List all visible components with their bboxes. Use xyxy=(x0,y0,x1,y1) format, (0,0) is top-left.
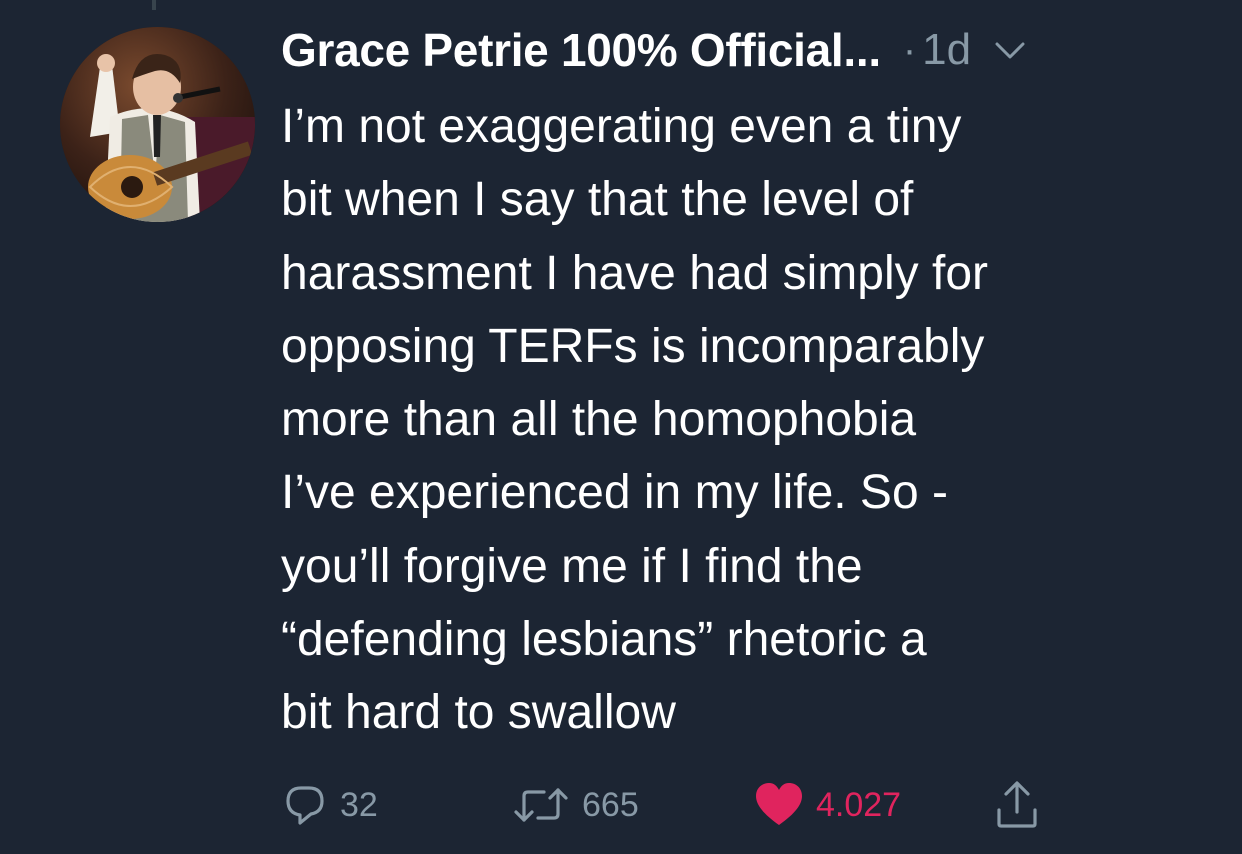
like-button[interactable]: 4.027 xyxy=(754,775,901,835)
reply-button[interactable]: 32 xyxy=(282,775,378,835)
share-button[interactable] xyxy=(994,775,1040,835)
tweet-text-line: you’ll forgive me if I find the xyxy=(281,539,863,593)
retweet-icon xyxy=(514,788,568,822)
tweet-text-line: bit when I say that the level of xyxy=(281,173,914,227)
tweet-text-line: more than all the homophobia xyxy=(281,393,917,447)
tweet-text-line: harassment I have had simply for xyxy=(281,246,988,300)
reply-icon xyxy=(286,786,324,825)
tweet-text: I’m not exaggerating even a tiny bit whe… xyxy=(281,90,1211,750)
tweet-text-line: opposing TERFs is incomparably xyxy=(281,319,985,373)
timestamp[interactable]: 1d xyxy=(922,25,971,75)
heart-icon xyxy=(756,783,802,825)
retweet-count: 665 xyxy=(582,785,639,824)
tweet-text-line: I’ve experienced in my life. So - xyxy=(281,466,948,520)
reply-count: 32 xyxy=(340,785,378,824)
share-icon xyxy=(997,781,1037,828)
author-name[interactable]: Grace Petrie 100% Official... xyxy=(281,23,881,77)
tweet-header: Grace Petrie 100% Official... · 1d xyxy=(281,20,1202,80)
avatar[interactable] xyxy=(60,27,255,222)
separator-dot: · xyxy=(902,27,917,72)
avatar-photo xyxy=(60,27,255,222)
retweet-button[interactable]: 665 xyxy=(512,775,639,835)
tweet-text-line: I’m not exaggerating even a tiny xyxy=(281,100,962,153)
tweet-text-line: “defending lesbians” rhetoric a xyxy=(281,613,927,667)
tweet-text-line: bit hard to swallow xyxy=(281,686,676,740)
chevron-down-icon[interactable] xyxy=(993,38,1027,62)
thread-connector-line xyxy=(152,0,156,10)
like-count: 4.027 xyxy=(816,785,902,824)
